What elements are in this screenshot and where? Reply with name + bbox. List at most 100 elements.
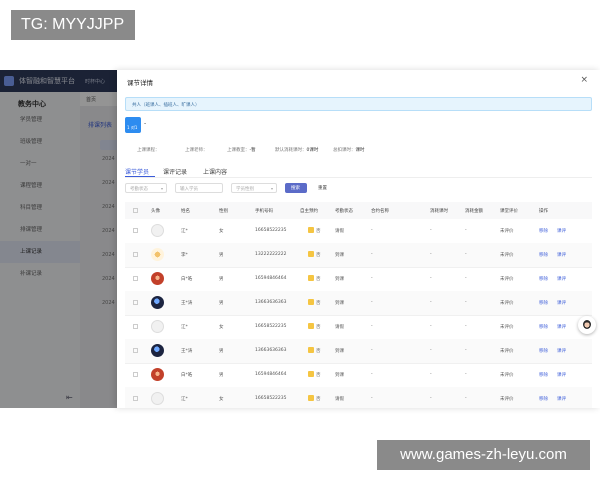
watermark-top: TG: MYYJJPP bbox=[11, 10, 135, 40]
lesson-info-label: 上课教室： bbox=[227, 148, 250, 153]
cell-name: 白*皓 bbox=[181, 277, 193, 282]
cell-phone: 16658522235 bbox=[255, 396, 287, 401]
cell-phone: 13663636363 bbox=[255, 348, 287, 353]
remove-link[interactable]: 移除 bbox=[539, 228, 548, 234]
column-header: 自主预约 bbox=[300, 209, 318, 214]
cell-self-booking: 否 bbox=[316, 277, 321, 282]
cell-amount: - bbox=[465, 252, 467, 257]
close-icon[interactable]: × bbox=[580, 75, 588, 85]
cell-gender: 男 bbox=[219, 373, 224, 378]
student-name-placeholder: 输入学员 bbox=[180, 187, 198, 192]
cell-hours: - bbox=[430, 324, 432, 329]
remove-link[interactable]: 移除 bbox=[539, 372, 548, 378]
cell-status: 请假 bbox=[335, 397, 344, 402]
cell-status: 到课 bbox=[335, 277, 344, 282]
self-booking-icon bbox=[308, 275, 314, 281]
review-link[interactable]: 课评 bbox=[557, 348, 566, 354]
attendance-select[interactable]: 考勤状态 ▾ bbox=[125, 183, 167, 193]
row-checkbox[interactable] bbox=[133, 372, 138, 377]
table-row: 江* 女 16658522235 否 请假 - - - 未评价 移除 课评 bbox=[125, 315, 592, 340]
chevron-down-icon: ▾ bbox=[270, 186, 273, 191]
avatar bbox=[151, 224, 164, 237]
gender-select[interactable]: 学员性别 ▾ bbox=[231, 183, 277, 193]
remove-link[interactable]: 移除 bbox=[539, 324, 548, 330]
avatar bbox=[151, 272, 164, 285]
review-link[interactable]: 课评 bbox=[557, 228, 566, 234]
review-link[interactable]: 课评 bbox=[557, 372, 566, 378]
modal-overlay[interactable] bbox=[0, 70, 120, 408]
cell-contract: - bbox=[371, 228, 373, 233]
row-checkbox[interactable] bbox=[133, 300, 138, 305]
support-avatar-icon[interactable] bbox=[578, 316, 596, 334]
cell-hours: - bbox=[430, 228, 432, 233]
row-checkbox[interactable] bbox=[133, 252, 138, 257]
lesson-info-label: 默认消耗课时： bbox=[275, 148, 307, 153]
review-link[interactable]: 课评 bbox=[557, 396, 566, 402]
cell-hours: - bbox=[430, 372, 432, 377]
reset-button[interactable]: 重置 bbox=[312, 183, 332, 193]
remove-link[interactable]: 移除 bbox=[539, 300, 548, 306]
remove-link[interactable]: 移除 bbox=[539, 276, 548, 282]
column-header: 消耗课时 bbox=[430, 209, 448, 214]
cell-amount: - bbox=[465, 276, 467, 281]
self-booking-icon bbox=[308, 371, 314, 377]
cell-hours: - bbox=[430, 252, 432, 257]
cell-contract: - bbox=[371, 300, 373, 305]
remove-link[interactable]: 移除 bbox=[539, 252, 548, 258]
self-booking-icon bbox=[308, 299, 314, 305]
cell-review: 未评价 bbox=[500, 373, 514, 378]
cell-gender: 男 bbox=[219, 277, 224, 282]
lesson-info-item: 上课老师： bbox=[185, 147, 208, 153]
cell-self-booking: 否 bbox=[316, 373, 321, 378]
cell-contract: - bbox=[371, 252, 373, 257]
cell-phone: 13222222222 bbox=[255, 252, 287, 257]
cell-gender: 男 bbox=[219, 253, 224, 258]
tab[interactable]: 课评记录 bbox=[163, 167, 187, 176]
self-booking-icon bbox=[308, 323, 314, 329]
search-button[interactable]: 搜索 bbox=[285, 183, 307, 193]
course-name: - bbox=[144, 120, 147, 127]
row-checkbox[interactable] bbox=[133, 324, 138, 329]
tabs-divider bbox=[125, 177, 592, 178]
student-name-input[interactable]: 输入学员 bbox=[175, 183, 223, 193]
lesson-info-label: 上课课程： bbox=[137, 148, 160, 153]
column-header: 手机号码 bbox=[255, 209, 273, 214]
review-link[interactable]: 课评 bbox=[557, 324, 566, 330]
remove-link[interactable]: 移除 bbox=[539, 396, 548, 402]
self-booking-icon bbox=[308, 251, 314, 257]
table-row: 王*涛 男 13663636363 否 到课 - - - 未评价 移除 课评 bbox=[125, 291, 592, 316]
cell-self-booking: 否 bbox=[316, 229, 321, 234]
cell-status: 请假 bbox=[335, 229, 344, 234]
row-checkbox[interactable] bbox=[133, 276, 138, 281]
review-link[interactable]: 课评 bbox=[557, 252, 566, 258]
watermark-bottom: www.games-zh-leyu.com bbox=[377, 440, 590, 470]
column-header: 操作 bbox=[539, 209, 548, 214]
remove-link[interactable]: 移除 bbox=[539, 348, 548, 354]
tab[interactable]: 上课内容 bbox=[203, 167, 227, 176]
lesson-info-label: 上课老师： bbox=[185, 148, 208, 153]
cell-review: 未评价 bbox=[500, 229, 514, 234]
cell-review: 未评价 bbox=[500, 349, 514, 354]
select-all-checkbox[interactable] bbox=[133, 208, 138, 213]
search-button-label: 搜索 bbox=[291, 186, 300, 191]
cell-contract: - bbox=[371, 372, 373, 377]
table-row: 江* 女 16658522235 否 请假 - - - 未评价 移除 课评 bbox=[125, 387, 592, 408]
row-checkbox[interactable] bbox=[133, 396, 138, 401]
cell-name: 白*皓 bbox=[181, 373, 193, 378]
row-checkbox[interactable] bbox=[133, 348, 138, 353]
row-checkbox[interactable] bbox=[133, 228, 138, 233]
cell-hours: - bbox=[430, 300, 432, 305]
cell-phone: 16594846464 bbox=[255, 372, 287, 377]
cell-amount: - bbox=[465, 324, 467, 329]
lesson-info-value: 课时 bbox=[355, 148, 365, 153]
lesson-info-value: 0课时 bbox=[306, 148, 319, 153]
review-link[interactable]: 课评 bbox=[557, 276, 566, 282]
review-link[interactable]: 课评 bbox=[557, 300, 566, 306]
lesson-detail-modal: 课节详情 × 共人（班课人、插班人、旷课人） 1 对1 - 上课课程： 上课老师：… bbox=[117, 70, 600, 408]
cell-self-booking: 否 bbox=[316, 397, 321, 402]
tab[interactable]: 课节学员 bbox=[125, 167, 149, 176]
cell-status: 到课 bbox=[335, 373, 344, 378]
course-type-icon: 1 对1 bbox=[125, 117, 141, 133]
cell-review: 未评价 bbox=[500, 397, 514, 402]
cell-amount: - bbox=[465, 396, 467, 401]
